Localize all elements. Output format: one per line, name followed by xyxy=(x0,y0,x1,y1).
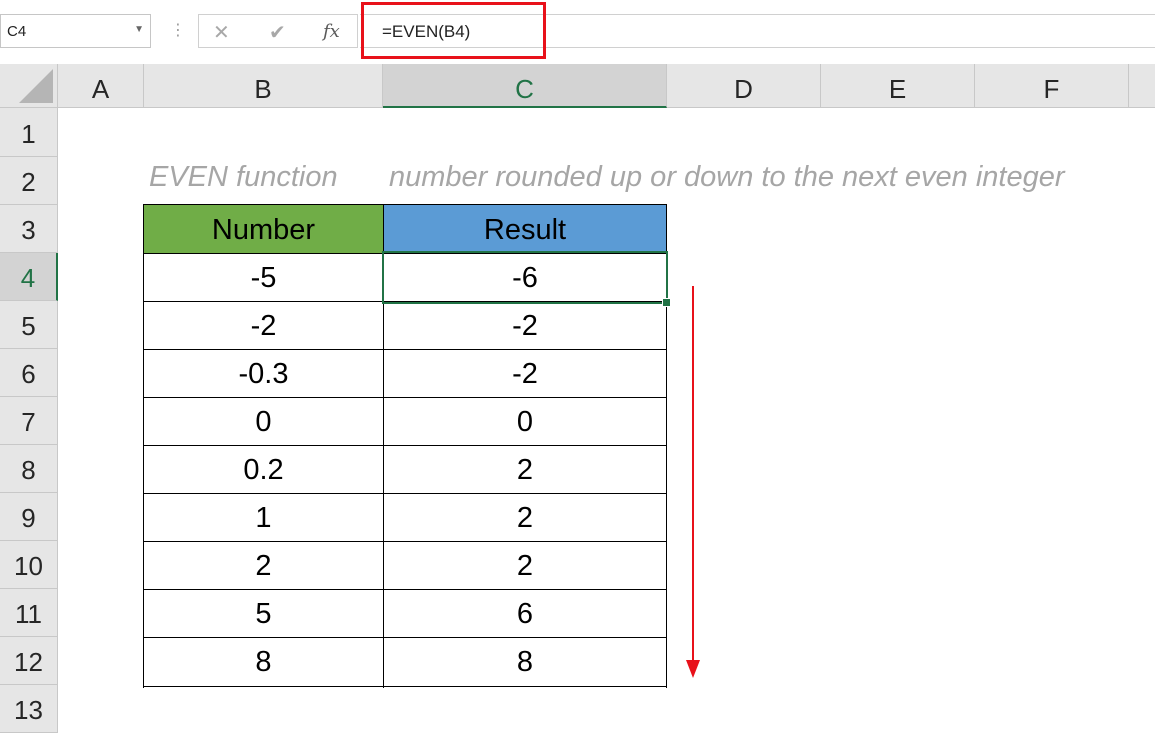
result-cell[interactable]: 2 xyxy=(383,541,667,589)
active-cell-outline xyxy=(382,251,668,304)
table-border xyxy=(143,204,667,205)
table-border xyxy=(143,205,144,688)
result-cell[interactable]: 2 xyxy=(383,493,667,541)
number-cell[interactable]: -0.3 xyxy=(144,349,383,397)
name-box-value: C4 xyxy=(7,23,27,40)
chevron-down-icon[interactable]: ▼ xyxy=(134,24,144,35)
row-header-1[interactable]: 1 xyxy=(0,108,58,157)
table-border xyxy=(143,397,667,398)
number-cell[interactable]: 1 xyxy=(144,493,383,541)
table-border xyxy=(143,349,667,350)
formula-highlight-box xyxy=(361,2,546,59)
insert-function-icon[interactable]: fx xyxy=(323,21,340,42)
row-header-3[interactable]: 3 xyxy=(0,205,58,253)
result-cell[interactable]: -2 xyxy=(383,349,667,397)
subtitle-function-name[interactable]: EVEN function xyxy=(149,161,338,194)
row-header-2[interactable]: 2 xyxy=(0,157,58,205)
result-cell[interactable]: 8 xyxy=(383,637,667,685)
row-header-9[interactable]: 9 xyxy=(0,493,58,541)
fill-down-arrow xyxy=(686,286,700,678)
number-cell[interactable]: -5 xyxy=(144,253,383,301)
fill-handle[interactable] xyxy=(662,298,671,307)
result-cell[interactable]: 2 xyxy=(383,445,667,493)
column-header-b[interactable]: B xyxy=(144,64,383,108)
row-header-13[interactable]: 13 xyxy=(0,685,58,733)
header-number[interactable]: Number xyxy=(144,205,383,253)
name-box[interactable]: C4 ▼ xyxy=(0,14,151,48)
subtitle-description[interactable]: number rounded up or down to the next ev… xyxy=(389,161,1065,194)
column-header-c[interactable]: C xyxy=(383,64,667,108)
cancel-icon[interactable]: ✕ xyxy=(213,20,230,45)
table-border xyxy=(143,686,667,687)
select-all-button[interactable] xyxy=(0,64,58,108)
row-header-5[interactable]: 5 xyxy=(0,301,58,349)
formula-bar-grip-icon: ⋮ xyxy=(170,22,186,39)
table-border xyxy=(143,493,667,494)
table-border xyxy=(143,541,667,542)
row-header-8[interactable]: 8 xyxy=(0,445,58,493)
row-header-12[interactable]: 12 xyxy=(0,637,58,685)
number-cell[interactable]: 0 xyxy=(144,397,383,445)
column-header-g[interactable] xyxy=(1129,64,1155,108)
result-cell[interactable]: -2 xyxy=(383,301,667,349)
row-header-7[interactable]: 7 xyxy=(0,397,58,445)
number-cell[interactable]: 8 xyxy=(144,637,383,685)
column-header-e[interactable]: E xyxy=(821,64,975,108)
number-cell[interactable]: 0.2 xyxy=(144,445,383,493)
row-header-4[interactable]: 4 xyxy=(0,253,58,301)
table-border xyxy=(143,589,667,590)
number-cell[interactable]: 5 xyxy=(144,589,383,637)
column-header-d[interactable]: D xyxy=(667,64,821,108)
formula-bar-buttons: ✕ ✔ fx xyxy=(198,14,358,48)
header-result[interactable]: Result xyxy=(383,205,667,253)
formula-bar: C4 ▼ ⋮ ✕ ✔ fx xyxy=(0,0,1155,65)
column-header-f[interactable]: F xyxy=(975,64,1129,108)
row-header-6[interactable]: 6 xyxy=(0,349,58,397)
row-header-10[interactable]: 10 xyxy=(0,541,58,589)
result-cell[interactable]: 6 xyxy=(383,589,667,637)
enter-icon[interactable]: ✔ xyxy=(269,20,286,45)
column-header-a[interactable]: A xyxy=(58,64,144,108)
table-border xyxy=(143,637,667,638)
table-border xyxy=(143,445,667,446)
row-header-11[interactable]: 11 xyxy=(0,589,58,637)
number-cell[interactable]: -2 xyxy=(144,301,383,349)
spreadsheet-grid: A B C D E F 1 2 3 4 5 6 7 8 9 10 11 12 1… xyxy=(0,64,1155,733)
result-cell[interactable]: 0 xyxy=(383,397,667,445)
number-cell[interactable]: 2 xyxy=(144,541,383,589)
